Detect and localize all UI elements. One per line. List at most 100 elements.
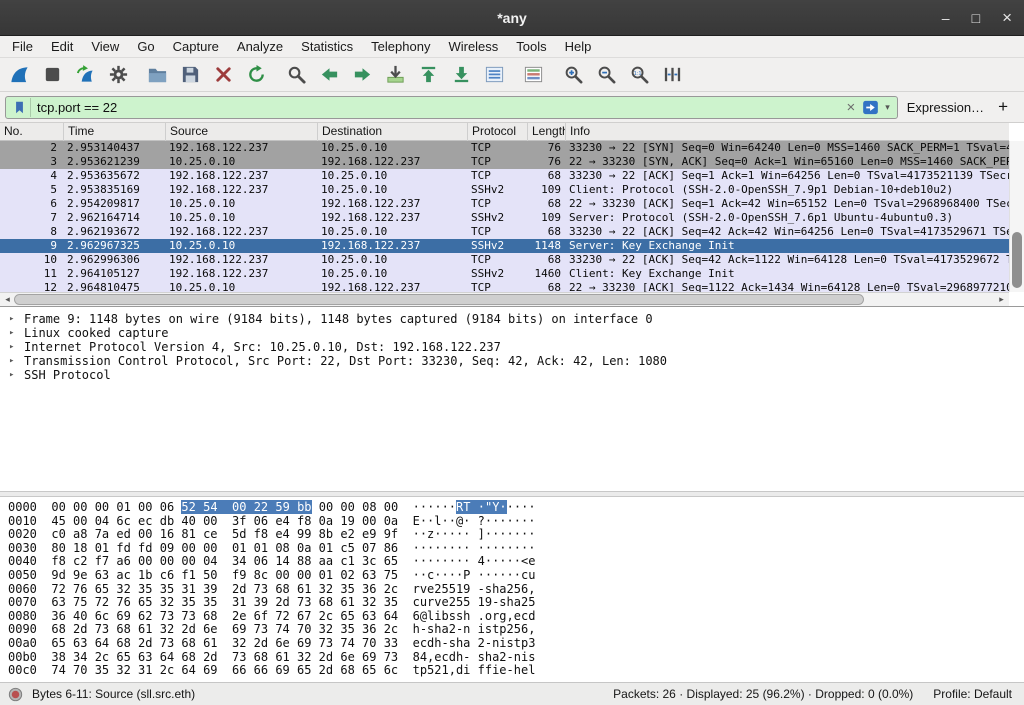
zoom-in-button[interactable] bbox=[557, 61, 590, 89]
find-packet-button[interactable] bbox=[280, 61, 313, 89]
packet-row-10[interactable]: 102.962996306192.168.122.23710.25.0.10TC… bbox=[0, 253, 1009, 267]
packet-source: 192.168.122.237 bbox=[166, 253, 318, 267]
maximize-button[interactable]: □ bbox=[972, 10, 980, 26]
zoom-reset-button[interactable]: 1:1 bbox=[623, 61, 656, 89]
expand-arrow-icon[interactable]: ▸ bbox=[9, 354, 14, 368]
menu-file[interactable]: File bbox=[3, 36, 42, 58]
packet-no: 4 bbox=[0, 169, 64, 183]
hex-line-0040[interactable]: 0040 f8 c2 f7 a6 00 00 00 04 34 06 14 88… bbox=[8, 555, 1024, 569]
resize-columns-button[interactable] bbox=[656, 61, 689, 89]
bookmark-icon[interactable] bbox=[9, 98, 31, 117]
expand-arrow-icon[interactable]: ▸ bbox=[9, 326, 14, 340]
hex-line-0050[interactable]: 0050 9d 9e 63 ac 1b c6 f1 50 f9 8c 00 00… bbox=[8, 569, 1024, 583]
apply-filter-icon[interactable] bbox=[860, 98, 881, 117]
save-file-button[interactable] bbox=[174, 61, 207, 89]
menu-wireless[interactable]: Wireless bbox=[439, 36, 507, 58]
packet-row-5[interactable]: 52.953835169192.168.122.23710.25.0.10SSH… bbox=[0, 183, 1009, 197]
zoom-in-icon bbox=[563, 64, 584, 85]
filter-history-dropdown-icon[interactable]: ▾ bbox=[881, 102, 894, 113]
open-file-button[interactable] bbox=[141, 61, 174, 89]
column-header-info[interactable]: Info bbox=[566, 123, 1009, 141]
hex-line-0070[interactable]: 0070 63 75 72 76 65 32 35 35 31 39 2d 73… bbox=[8, 596, 1024, 610]
packet-row-7[interactable]: 72.96216471410.25.0.10192.168.122.237SSH… bbox=[0, 211, 1009, 225]
column-header-destination[interactable]: Destination bbox=[318, 123, 468, 141]
hscroll-thumb[interactable] bbox=[14, 294, 864, 305]
packet-list-hscrollbar[interactable]: ◂ ▸ bbox=[0, 292, 1009, 306]
vscroll-thumb[interactable] bbox=[1012, 232, 1022, 288]
expert-info-icon[interactable] bbox=[8, 687, 23, 702]
hex-line-00c0[interactable]: 00c0 74 70 35 32 31 2c 64 69 66 66 69 65… bbox=[8, 664, 1024, 678]
detail-line-3[interactable]: ▸Transmission Control Protocol, Src Port… bbox=[0, 354, 1024, 368]
menu-capture[interactable]: Capture bbox=[164, 36, 228, 58]
scroll-left-icon[interactable]: ◂ bbox=[1, 293, 14, 306]
menu-telephony[interactable]: Telephony bbox=[362, 36, 439, 58]
close-button[interactable]: × bbox=[1002, 8, 1012, 28]
go-back-button[interactable] bbox=[313, 61, 346, 89]
hex-line-0000[interactable]: 0000 00 00 00 01 00 06 52 54 00 22 59 bb… bbox=[8, 501, 1024, 515]
packet-row-3[interactable]: 32.95362123910.25.0.10192.168.122.237TCP… bbox=[0, 155, 1009, 169]
minimize-button[interactable]: – bbox=[942, 10, 950, 26]
add-filter-button[interactable]: + bbox=[984, 97, 1019, 117]
expand-arrow-icon[interactable]: ▸ bbox=[9, 340, 14, 354]
packet-source: 10.25.0.10 bbox=[166, 239, 318, 253]
detail-line-1[interactable]: ▸Linux cooked capture bbox=[0, 326, 1024, 340]
packet-row-2[interactable]: 22.953140437192.168.122.23710.25.0.10TCP… bbox=[0, 141, 1009, 155]
scroll-right-icon[interactable]: ▸ bbox=[995, 293, 1008, 306]
packet-protocol: SSHv2 bbox=[468, 183, 528, 197]
hex-line-0090[interactable]: 0090 68 2d 73 68 61 32 2d 6e 69 73 74 70… bbox=[8, 623, 1024, 637]
hex-line-0080[interactable]: 0080 36 40 6c 69 62 73 73 68 2e 6f 72 67… bbox=[8, 610, 1024, 624]
menu-edit[interactable]: Edit bbox=[42, 36, 82, 58]
hex-line-0060[interactable]: 0060 72 76 65 32 35 35 31 39 2d 73 68 61… bbox=[8, 583, 1024, 597]
close-file-button[interactable] bbox=[207, 61, 240, 89]
status-profile[interactable]: Profile: Default bbox=[933, 687, 1016, 701]
status-field-info: Bytes 6-11: Source (sll.src.eth) bbox=[32, 687, 195, 701]
start-capture-button[interactable] bbox=[3, 61, 36, 89]
clear-filter-icon[interactable]: × bbox=[841, 98, 860, 117]
hex-ascii: h-sha2-n istp256, bbox=[413, 622, 536, 636]
column-header-time[interactable]: Time bbox=[64, 123, 166, 141]
packet-row-11[interactable]: 112.964105127192.168.122.23710.25.0.10SS… bbox=[0, 267, 1009, 281]
go-first-packet-button[interactable] bbox=[412, 61, 445, 89]
column-header-protocol[interactable]: Protocol bbox=[468, 123, 528, 141]
expression-button[interactable]: Expression… bbox=[907, 100, 984, 115]
menu-help[interactable]: Help bbox=[556, 36, 601, 58]
packet-length: 68 bbox=[528, 169, 566, 183]
expand-arrow-icon[interactable]: ▸ bbox=[9, 368, 14, 382]
expand-arrow-icon[interactable]: ▸ bbox=[9, 312, 14, 326]
colorize-packets-button[interactable] bbox=[517, 61, 550, 89]
packet-list-vscrollbar[interactable] bbox=[1009, 141, 1024, 292]
menu-view[interactable]: View bbox=[82, 36, 128, 58]
column-header-length[interactable]: Length bbox=[528, 123, 566, 141]
auto-scroll-button[interactable] bbox=[478, 61, 511, 89]
hex-line-0030[interactable]: 0030 80 18 01 fd fd 09 00 00 01 01 08 0a… bbox=[8, 542, 1024, 556]
hex-line-0020[interactable]: 0020 c0 a8 7a ed 00 16 81 ce 5d f8 e4 99… bbox=[8, 528, 1024, 542]
restart-capture-button[interactable] bbox=[69, 61, 102, 89]
packet-row-8[interactable]: 82.962193672192.168.122.23710.25.0.10TCP… bbox=[0, 225, 1009, 239]
column-header-no[interactable]: No. bbox=[0, 123, 64, 141]
hex-offset: 0070 bbox=[8, 595, 37, 609]
hex-line-00b0[interactable]: 00b0 38 34 2c 65 63 64 68 2d 73 68 61 32… bbox=[8, 651, 1024, 665]
menu-statistics[interactable]: Statistics bbox=[292, 36, 362, 58]
menu-go[interactable]: Go bbox=[128, 36, 163, 58]
capture-options-button[interactable] bbox=[102, 61, 135, 89]
column-header-source[interactable]: Source bbox=[166, 123, 318, 141]
menu-tools[interactable]: Tools bbox=[507, 36, 555, 58]
go-forward-button[interactable] bbox=[346, 61, 379, 89]
detail-line-0[interactable]: ▸Frame 9: 1148 bytes on wire (9184 bits)… bbox=[0, 312, 1024, 326]
hex-line-0010[interactable]: 0010 45 00 04 6c ec db 40 00 3f 06 e4 f8… bbox=[8, 515, 1024, 529]
packet-row-4[interactable]: 42.953635672192.168.122.23710.25.0.10TCP… bbox=[0, 169, 1009, 183]
hex-line-00a0[interactable]: 00a0 65 63 64 68 2d 73 68 61 32 2d 6e 69… bbox=[8, 637, 1024, 651]
filter-input[interactable] bbox=[31, 100, 841, 115]
packet-row-9[interactable]: 92.96296732510.25.0.10192.168.122.237SSH… bbox=[0, 239, 1009, 253]
packet-list: No.TimeSourceDestinationProtocolLengthIn… bbox=[0, 123, 1024, 306]
go-last-packet-button[interactable] bbox=[445, 61, 478, 89]
menu-analyze[interactable]: Analyze bbox=[228, 36, 292, 58]
title-bar[interactable]: *any – □ × bbox=[0, 0, 1024, 36]
go-to-packet-button[interactable] bbox=[379, 61, 412, 89]
reload-file-button[interactable] bbox=[240, 61, 273, 89]
zoom-out-button[interactable] bbox=[590, 61, 623, 89]
packet-row-6[interactable]: 62.95420981710.25.0.10192.168.122.237TCP… bbox=[0, 197, 1009, 211]
detail-line-4[interactable]: ▸SSH Protocol bbox=[0, 368, 1024, 382]
stop-capture-button[interactable] bbox=[36, 61, 69, 89]
detail-line-2[interactable]: ▸Internet Protocol Version 4, Src: 10.25… bbox=[0, 340, 1024, 354]
